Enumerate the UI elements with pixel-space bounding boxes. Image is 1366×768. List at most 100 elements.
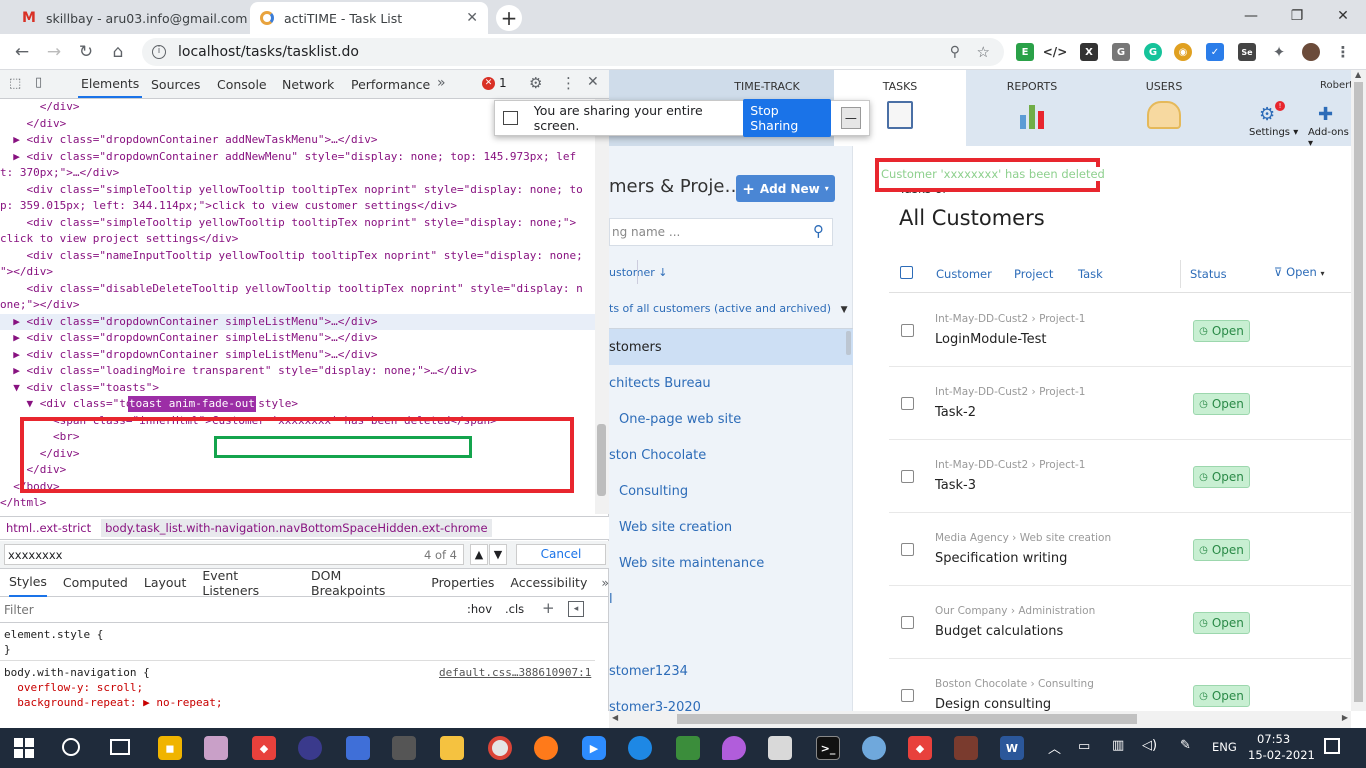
app-icon[interactable] — [722, 736, 746, 760]
devtools-menu-icon[interactable]: ⋮ — [561, 74, 576, 92]
sort-by-customer[interactable]: ustomer ↓ — [609, 266, 667, 279]
dom-line[interactable]: <div class="nameInputTooltip yellowToolt… — [0, 248, 595, 265]
styles-pane[interactable]: element.style { } body.with-navigation {… — [0, 623, 600, 711]
customer-item[interactable]: stomer1234 — [609, 653, 853, 689]
task-row[interactable]: Int-May-DD-Cust2 › Project-1 Task-3 ◷ Ope… — [889, 440, 1351, 513]
evernote-extension-icon[interactable]: E — [1016, 43, 1034, 61]
tab-event-listeners[interactable]: Event Listeners — [202, 568, 295, 598]
store-icon[interactable]: ◼ — [158, 736, 182, 760]
status-badge[interactable]: ◷ Open — [1193, 393, 1250, 415]
task-name[interactable]: Design consulting — [935, 697, 1051, 712]
dom-line[interactable]: t: 370px;">…</div> — [0, 165, 595, 182]
customer-item[interactable]: chitects Bureau — [609, 365, 853, 401]
column-customer[interactable]: Customer — [936, 267, 992, 281]
chrome-taskbar-icon[interactable] — [488, 736, 512, 760]
app-icon[interactable] — [954, 736, 978, 760]
dom-line[interactable]: click to view project settings</div> — [0, 231, 595, 248]
anydesk-icon[interactable]: ◆ — [908, 736, 932, 760]
task-checkbox[interactable] — [901, 324, 914, 337]
snip-icon[interactable] — [392, 736, 416, 760]
scrollbar-thumb[interactable] — [1354, 82, 1363, 702]
task-name[interactable]: LoginModule-Test — [935, 332, 1046, 347]
action-center-icon[interactable] — [1324, 738, 1340, 754]
tab-dom-breakpoints[interactable]: DOM Breakpoints — [311, 568, 415, 598]
select-all-checkbox[interactable] — [900, 266, 913, 279]
user-name[interactable]: Robert — [1320, 80, 1353, 91]
stop-sharing-button[interactable]: Stop Sharing — [743, 99, 831, 137]
dom-line[interactable]: <div class="simpleTooltip yellowTooltip … — [0, 215, 595, 232]
browser-menu-icon[interactable]: ⋮ — [1334, 43, 1352, 61]
project-item[interactable]: Web site creation — [609, 509, 853, 545]
close-devtools-icon[interactable]: ✕ — [587, 74, 599, 90]
anydesk-icon[interactable]: ◆ — [252, 736, 276, 760]
tab-computed[interactable]: Computed — [63, 575, 128, 590]
tab-console[interactable]: Console — [217, 70, 267, 98]
code-extension-icon[interactable]: </> — [1043, 43, 1068, 61]
find-next-icon[interactable]: ▼ — [489, 544, 507, 565]
close-tab-icon[interactable]: ✕ — [458, 10, 478, 26]
task-name[interactable]: Budget calculations — [935, 624, 1063, 639]
find-prev-icon[interactable]: ▲ — [470, 544, 488, 565]
status-badge[interactable]: ◷ Open — [1193, 539, 1250, 561]
forward-icon[interactable]: → — [42, 40, 66, 64]
home-icon[interactable]: ⌂ — [106, 40, 130, 64]
status-filter-dropdown[interactable]: ⊽ Open ▾ — [1274, 265, 1324, 279]
firefox-icon[interactable] — [534, 736, 558, 760]
task-checkbox[interactable] — [901, 689, 914, 702]
tab-gmail[interactable]: M skillbay - aru03.info@gmail.com ✕ — [12, 2, 248, 34]
task-view-icon[interactable] — [110, 739, 130, 755]
minimize-window-icon[interactable]: — — [1228, 0, 1274, 32]
dom-line[interactable]: <div class="disableDeleteTooltip yellowT… — [0, 281, 595, 298]
task-row[interactable]: Media Agency › Web site creation Specifi… — [889, 513, 1351, 586]
breadcrumb-body[interactable]: body.task_list.with-navigation.navBottom… — [101, 519, 492, 537]
task-checkbox[interactable] — [901, 397, 914, 410]
task-name[interactable]: Task-2 — [935, 405, 976, 420]
minimize-share-bar-button[interactable]: — — [840, 107, 861, 129]
task-checkbox[interactable] — [901, 470, 914, 483]
zoom-icon[interactable]: ⚲ — [950, 44, 960, 60]
dom-line-hover[interactable]: ▶ <div class="dropdownContainer simpleLi… — [0, 313, 595, 330]
settings-gear-icon[interactable]: ⚙ — [529, 74, 542, 92]
find-cancel-button[interactable]: Cancel — [516, 544, 606, 565]
dom-line[interactable]: "></div> — [0, 264, 595, 281]
dom-line[interactable]: ▼ <div class="toasts"> — [0, 380, 595, 397]
close-tab-icon[interactable]: ✕ — [248, 10, 249, 26]
back-icon[interactable]: ← — [10, 40, 34, 64]
more-style-tabs-icon[interactable]: » — [601, 575, 609, 590]
tab-network[interactable]: Network — [282, 70, 334, 98]
tab-performance[interactable]: Performance — [351, 70, 430, 98]
address-bar[interactable]: i localhost/tasks/tasklist.do ⚲ ☆ — [142, 38, 1004, 66]
page-vertical-scrollbar[interactable]: ▲ — [1351, 70, 1366, 711]
find-value[interactable]: xxxxxxxx — [8, 548, 62, 562]
dom-line[interactable]: <div class="simpleTooltip yellowTooltip … — [0, 182, 595, 199]
bookmark-star-icon[interactable]: ☆ — [977, 43, 990, 61]
tab-elements[interactable]: Elements — [78, 70, 143, 98]
status-badge[interactable]: ◷ Open — [1193, 320, 1250, 342]
tab-properties[interactable]: Properties — [431, 575, 494, 590]
paint-icon[interactable] — [862, 736, 886, 760]
edge-icon[interactable] — [628, 736, 652, 760]
cls-button[interactable]: .cls — [505, 602, 524, 616]
nav-reports[interactable]: REPORTS — [966, 70, 1098, 146]
selenium-extension-icon[interactable]: Se — [1238, 43, 1256, 61]
find-input[interactable]: xxxxxxxx 4 of 4 — [4, 544, 464, 565]
clock-time[interactable]: 07:53 — [1257, 732, 1290, 746]
network-app-icon[interactable] — [346, 736, 370, 760]
dom-line[interactable]: ▶ <div class="dropdownContainer addNewMe… — [0, 149, 595, 166]
file-explorer-icon[interactable] — [440, 736, 464, 760]
chevron-up-icon[interactable]: ︿ — [1048, 738, 1061, 757]
style-line[interactable]: element.style { — [4, 627, 103, 642]
project-item[interactable]: Consulting — [609, 473, 853, 509]
tab-sources[interactable]: Sources — [151, 70, 200, 98]
dom-line-toast[interactable]: ▼ <div class="toast anim-fade-out" style… — [0, 396, 595, 413]
status-badge[interactable]: ◷ Open — [1193, 685, 1250, 707]
task-checkbox[interactable] — [901, 616, 914, 629]
info-icon[interactable]: i — [152, 45, 166, 59]
tab-layout[interactable]: Layout — [144, 575, 187, 590]
scroll-up-icon[interactable]: ▲ — [1355, 70, 1361, 79]
scrollbar-thumb[interactable] — [677, 714, 1137, 724]
settings-label[interactable]: Settings ▾ — [1249, 127, 1298, 138]
app-icon[interactable] — [204, 736, 228, 760]
column-project[interactable]: Project — [1014, 267, 1053, 281]
language-indicator[interactable]: ENG — [1212, 740, 1237, 754]
